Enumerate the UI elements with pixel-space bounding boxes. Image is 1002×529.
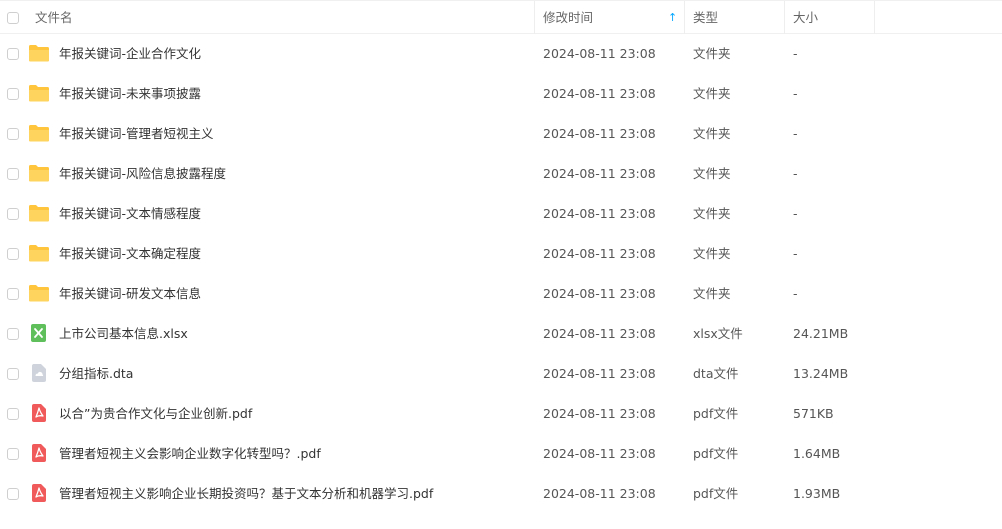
row-checkbox[interactable]: [7, 368, 19, 380]
column-header-size[interactable]: 大小: [793, 1, 818, 34]
file-name[interactable]: 年报关键词-文本情感程度: [59, 194, 201, 234]
column-divider: [684, 1, 685, 34]
dta-file-icon: [28, 363, 50, 383]
folder-icon: [28, 283, 50, 303]
list-header: 文件名 修改时间 ↑ 类型 大小: [0, 0, 1002, 34]
modified-time: 2024-08-11 23:08: [543, 406, 656, 421]
file-row[interactable]: 年报关键词-文本情感程度 2024-08-11 23:08 文件夹 -: [0, 194, 1002, 234]
modified-time: 2024-08-11 23:08: [543, 206, 656, 221]
row-checkbox[interactable]: [7, 88, 19, 100]
row-checkbox[interactable]: [7, 48, 19, 60]
folder-icon: [28, 243, 50, 263]
column-header-name[interactable]: 文件名: [35, 1, 73, 34]
file-name[interactable]: 分组指标.dta: [59, 354, 133, 394]
file-row[interactable]: 上市公司基本信息.xlsx 2024-08-11 23:08 xlsx文件 24…: [0, 314, 1002, 354]
column-divider: [534, 1, 535, 34]
modified-time: 2024-08-11 23:08: [543, 366, 656, 381]
folder-icon: [28, 43, 50, 63]
file-name[interactable]: 年报关键词-企业合作文化: [59, 34, 201, 74]
folder-icon: [28, 83, 50, 103]
pdf-file-icon: [28, 403, 50, 423]
file-row[interactable]: 年报关键词-未来事项披露 2024-08-11 23:08 文件夹 -: [0, 74, 1002, 114]
row-checkbox[interactable]: [7, 328, 19, 340]
pdf-file-icon: [28, 483, 50, 503]
file-row[interactable]: 以合”为贵合作文化与企业创新.pdf 2024-08-11 23:08 pdf文…: [0, 394, 1002, 434]
file-type: dta文件: [693, 366, 739, 381]
file-type: pdf文件: [693, 406, 739, 421]
column-divider: [784, 1, 785, 34]
row-checkbox[interactable]: [7, 288, 19, 300]
row-checkbox[interactable]: [7, 448, 19, 460]
modified-time: 2024-08-11 23:08: [543, 86, 656, 101]
file-size: -: [793, 206, 798, 221]
modified-time: 2024-08-11 23:08: [543, 126, 656, 141]
folder-icon: [28, 163, 50, 183]
file-row[interactable]: 年报关键词-企业合作文化 2024-08-11 23:08 文件夹 -: [0, 34, 1002, 74]
select-all-checkbox[interactable]: [7, 12, 19, 24]
file-size: 1.93MB: [793, 486, 841, 501]
file-name[interactable]: 年报关键词-研发文本信息: [59, 274, 201, 314]
file-name[interactable]: 年报关键词-管理者短视主义: [59, 114, 214, 154]
sort-ascending-icon[interactable]: ↑: [668, 1, 677, 34]
file-size: 1.64MB: [793, 446, 841, 461]
file-row[interactable]: 年报关键词-研发文本信息 2024-08-11 23:08 文件夹 -: [0, 274, 1002, 314]
file-row[interactable]: 管理者短视主义会影响企业数字化转型吗？.pdf 2024-08-11 23:08…: [0, 434, 1002, 474]
file-size: 571KB: [793, 406, 834, 421]
file-name[interactable]: 年报关键词-风险信息披露程度: [59, 154, 226, 194]
file-row[interactable]: 管理者短视主义影响企业长期投资吗？基于文本分析和机器学习.pdf 2024-08…: [0, 474, 1002, 514]
modified-time: 2024-08-11 23:08: [543, 446, 656, 461]
file-type: xlsx文件: [693, 326, 743, 341]
file-type: pdf文件: [693, 446, 739, 461]
file-size: 13.24MB: [793, 366, 849, 381]
file-size: -: [793, 246, 798, 261]
xlsx-file-icon: [28, 323, 50, 343]
row-checkbox[interactable]: [7, 248, 19, 260]
file-name[interactable]: 上市公司基本信息.xlsx: [59, 314, 188, 354]
row-checkbox[interactable]: [7, 408, 19, 420]
column-header-modified-time[interactable]: 修改时间: [543, 1, 686, 34]
file-row[interactable]: 年报关键词-风险信息披露程度 2024-08-11 23:08 文件夹 -: [0, 154, 1002, 194]
row-checkbox[interactable]: [7, 168, 19, 180]
modified-time: 2024-08-11 23:08: [543, 166, 656, 181]
file-name[interactable]: 年报关键词-文本确定程度: [59, 234, 201, 274]
file-name[interactable]: 管理者短视主义影响企业长期投资吗？基于文本分析和机器学习.pdf: [59, 474, 433, 514]
file-row[interactable]: 分组指标.dta 2024-08-11 23:08 dta文件 13.24MB: [0, 354, 1002, 394]
file-row[interactable]: 年报关键词-文本确定程度 2024-08-11 23:08 文件夹 -: [0, 234, 1002, 274]
file-row[interactable]: 年报关键词-管理者短视主义 2024-08-11 23:08 文件夹 -: [0, 114, 1002, 154]
file-size: -: [793, 166, 798, 181]
file-rows: 年报关键词-企业合作文化 2024-08-11 23:08 文件夹 - 年报关键…: [0, 34, 1002, 514]
file-name[interactable]: 年报关键词-未来事项披露: [59, 74, 201, 114]
file-size: -: [793, 286, 798, 301]
file-size: -: [793, 46, 798, 61]
file-type: 文件夹: [693, 46, 731, 61]
file-type: 文件夹: [693, 86, 731, 101]
column-header-type[interactable]: 类型: [693, 1, 718, 34]
modified-time: 2024-08-11 23:08: [543, 326, 656, 341]
modified-time: 2024-08-11 23:08: [543, 246, 656, 261]
modified-time: 2024-08-11 23:08: [543, 46, 656, 61]
file-type: pdf文件: [693, 486, 739, 501]
pdf-file-icon: [28, 443, 50, 463]
column-divider: [874, 1, 875, 34]
file-size: -: [793, 86, 798, 101]
file-type: 文件夹: [693, 166, 731, 181]
row-checkbox[interactable]: [7, 208, 19, 220]
folder-icon: [28, 123, 50, 143]
file-type: 文件夹: [693, 126, 731, 141]
file-type: 文件夹: [693, 286, 731, 301]
modified-time: 2024-08-11 23:08: [543, 286, 656, 301]
file-type: 文件夹: [693, 246, 731, 261]
row-checkbox[interactable]: [7, 128, 19, 140]
folder-icon: [28, 203, 50, 223]
row-checkbox[interactable]: [7, 488, 19, 500]
file-size: -: [793, 126, 798, 141]
file-size: 24.21MB: [793, 326, 849, 341]
file-name[interactable]: 以合”为贵合作文化与企业创新.pdf: [59, 394, 252, 434]
file-type: 文件夹: [693, 206, 731, 221]
modified-time: 2024-08-11 23:08: [543, 486, 656, 501]
file-name[interactable]: 管理者短视主义会影响企业数字化转型吗？.pdf: [59, 434, 321, 474]
file-list: 文件名 修改时间 ↑ 类型 大小 年报关键词-企业合作文化 2024-08-11…: [0, 0, 1002, 529]
